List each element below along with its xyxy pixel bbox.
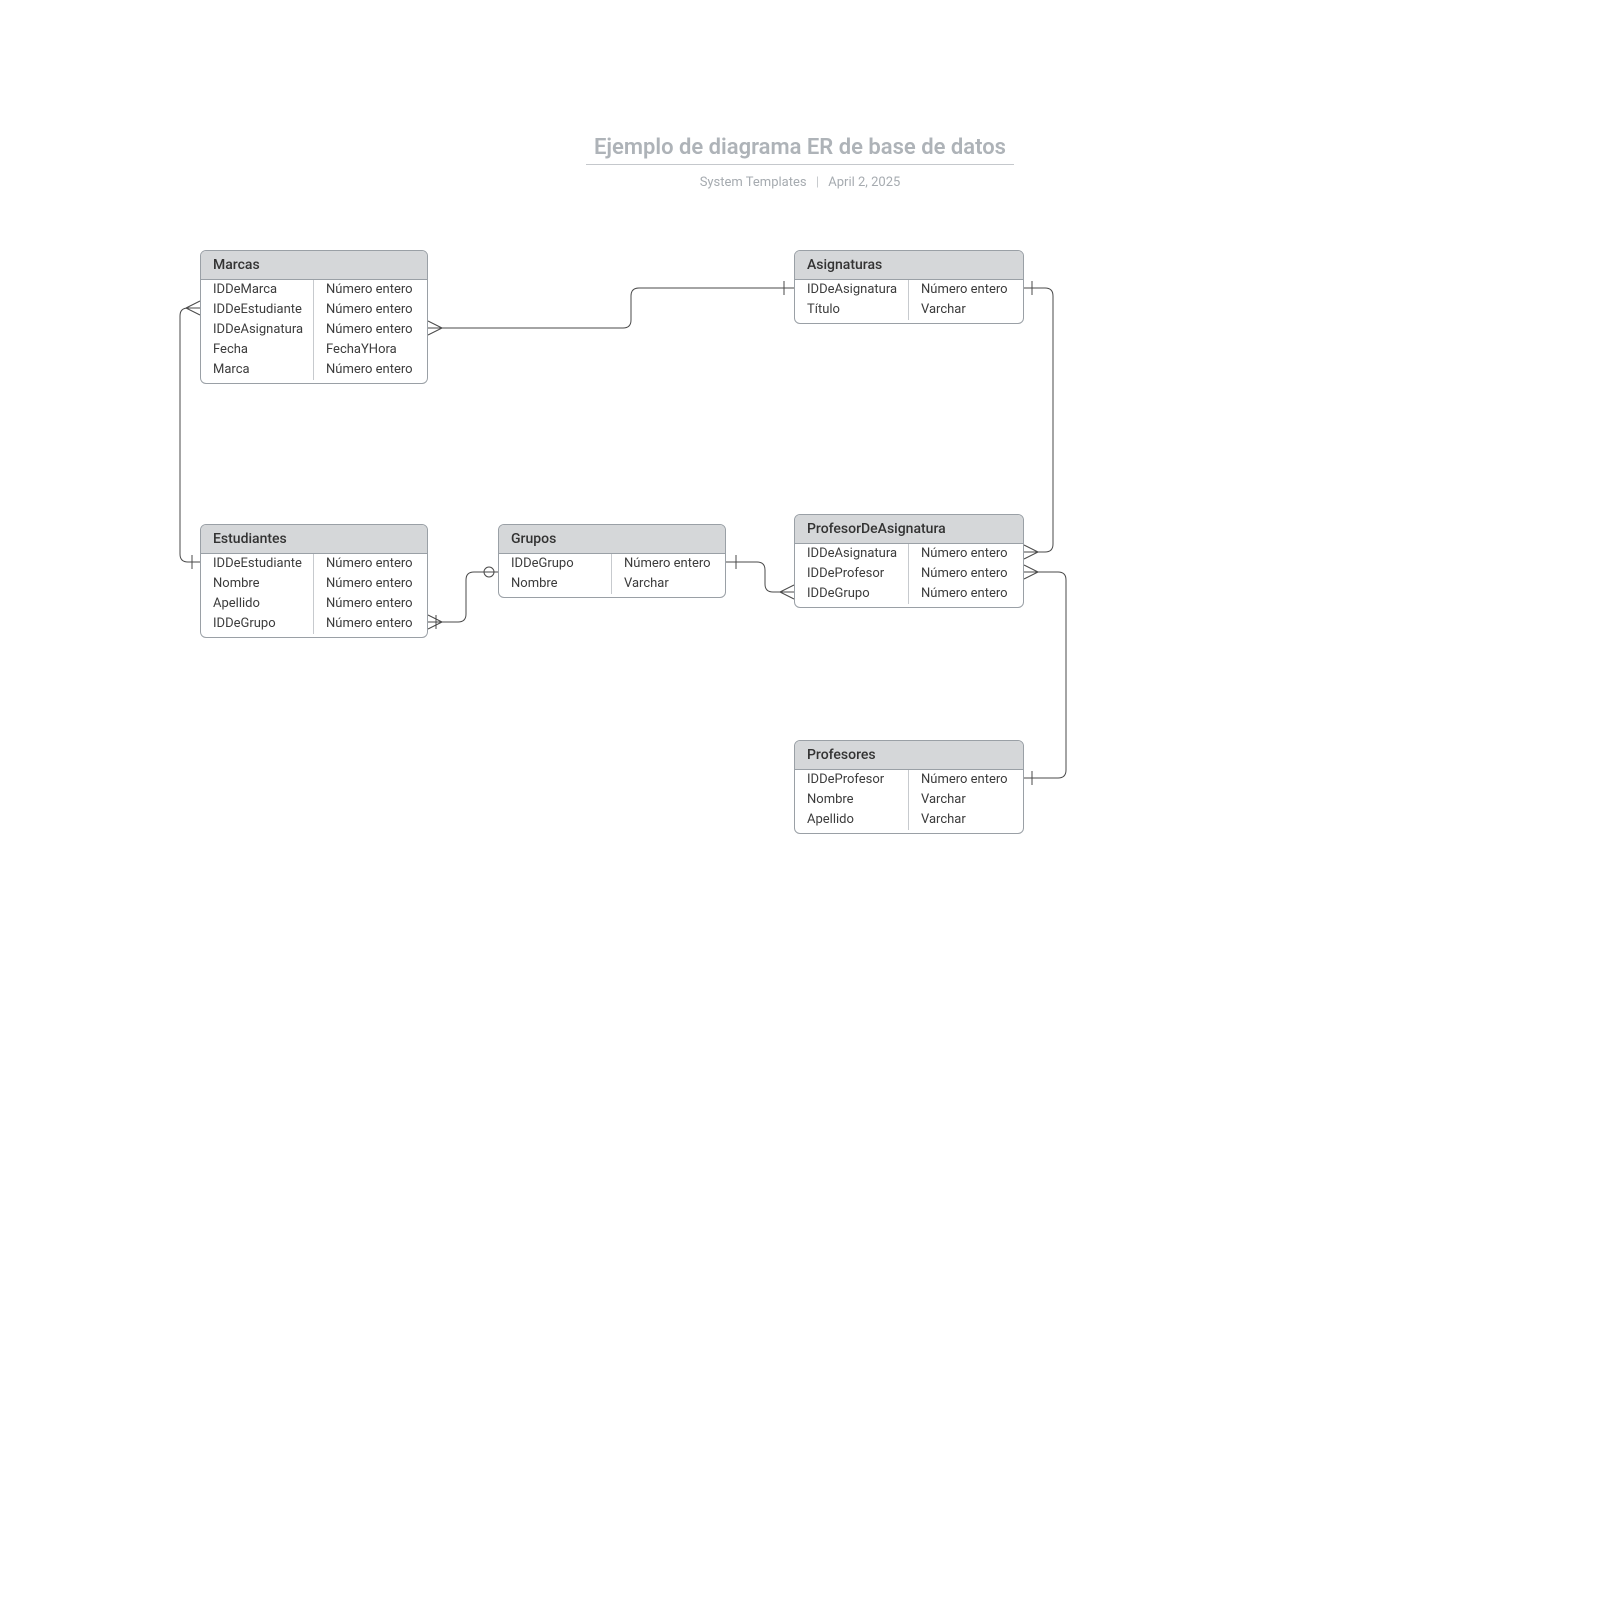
separator: |: [810, 175, 825, 190]
entity-attribute-row: NombreVarchar: [795, 790, 1023, 810]
entity-attribute-row: ApellidoNúmero entero: [201, 594, 427, 614]
diagram-title: Ejemplo de diagrama ER de base de datos: [586, 135, 1014, 165]
entity-attribute-row: IDDeEstudianteNúmero entero: [201, 554, 427, 574]
entity-attribute-row: IDDeEstudianteNúmero entero: [201, 300, 427, 320]
entity-attribute-row: FechaFechaYHora: [201, 340, 427, 360]
entity-marcas[interactable]: Marcas IDDeMarcaNúmero entero IDDeEstudi…: [200, 250, 428, 384]
entity-attribute-row: IDDeMarcaNúmero entero: [201, 280, 427, 300]
entity-attribute-row: MarcaNúmero entero: [201, 360, 427, 380]
entity-attribute-row: IDDeAsignaturaNúmero entero: [201, 320, 427, 340]
entity-asignaturas[interactable]: Asignaturas IDDeAsignaturaNúmero entero …: [794, 250, 1024, 324]
diagram-author: System Templates: [700, 175, 807, 190]
entity-attribute-row: NombreNúmero entero: [201, 574, 427, 594]
entity-profesores[interactable]: Profesores IDDeProfesorNúmero entero Nom…: [794, 740, 1024, 834]
entity-estudiantes[interactable]: Estudiantes IDDeEstudianteNúmero entero …: [200, 524, 428, 638]
entity-profesor-de-asignatura[interactable]: ProfesorDeAsignatura IDDeAsignaturaNúmer…: [794, 514, 1024, 608]
entity-attribute-row: IDDeGrupoNúmero entero: [795, 584, 1023, 604]
entity-attribute-row: NombreVarchar: [499, 574, 725, 594]
entity-attribute-row: IDDeProfesorNúmero entero: [795, 770, 1023, 790]
entity-header: Grupos: [499, 525, 725, 554]
diagram-canvas: Ejemplo de diagrama ER de base de datos …: [0, 0, 1600, 1600]
entity-header: Estudiantes: [201, 525, 427, 554]
diagram-header: Ejemplo de diagrama ER de base de datos …: [0, 135, 1600, 190]
entity-attribute-row: IDDeGrupoNúmero entero: [499, 554, 725, 574]
entity-attribute-row: IDDeAsignaturaNúmero entero: [795, 544, 1023, 564]
entity-attribute-row: TítuloVarchar: [795, 300, 1023, 320]
entity-header: ProfesorDeAsignatura: [795, 515, 1023, 544]
entity-grupos[interactable]: Grupos IDDeGrupoNúmero entero NombreVarc…: [498, 524, 726, 598]
entity-attribute-row: ApellidoVarchar: [795, 810, 1023, 830]
entity-header: Marcas: [201, 251, 427, 280]
diagram-subheader: System Templates | April 2, 2025: [0, 175, 1600, 190]
entity-attribute-row: IDDeGrupoNúmero entero: [201, 614, 427, 634]
entity-attribute-row: IDDeAsignaturaNúmero entero: [795, 280, 1023, 300]
entity-header: Asignaturas: [795, 251, 1023, 280]
entity-attribute-row: IDDeProfesorNúmero entero: [795, 564, 1023, 584]
diagram-date: April 2, 2025: [828, 175, 900, 190]
entity-header: Profesores: [795, 741, 1023, 770]
